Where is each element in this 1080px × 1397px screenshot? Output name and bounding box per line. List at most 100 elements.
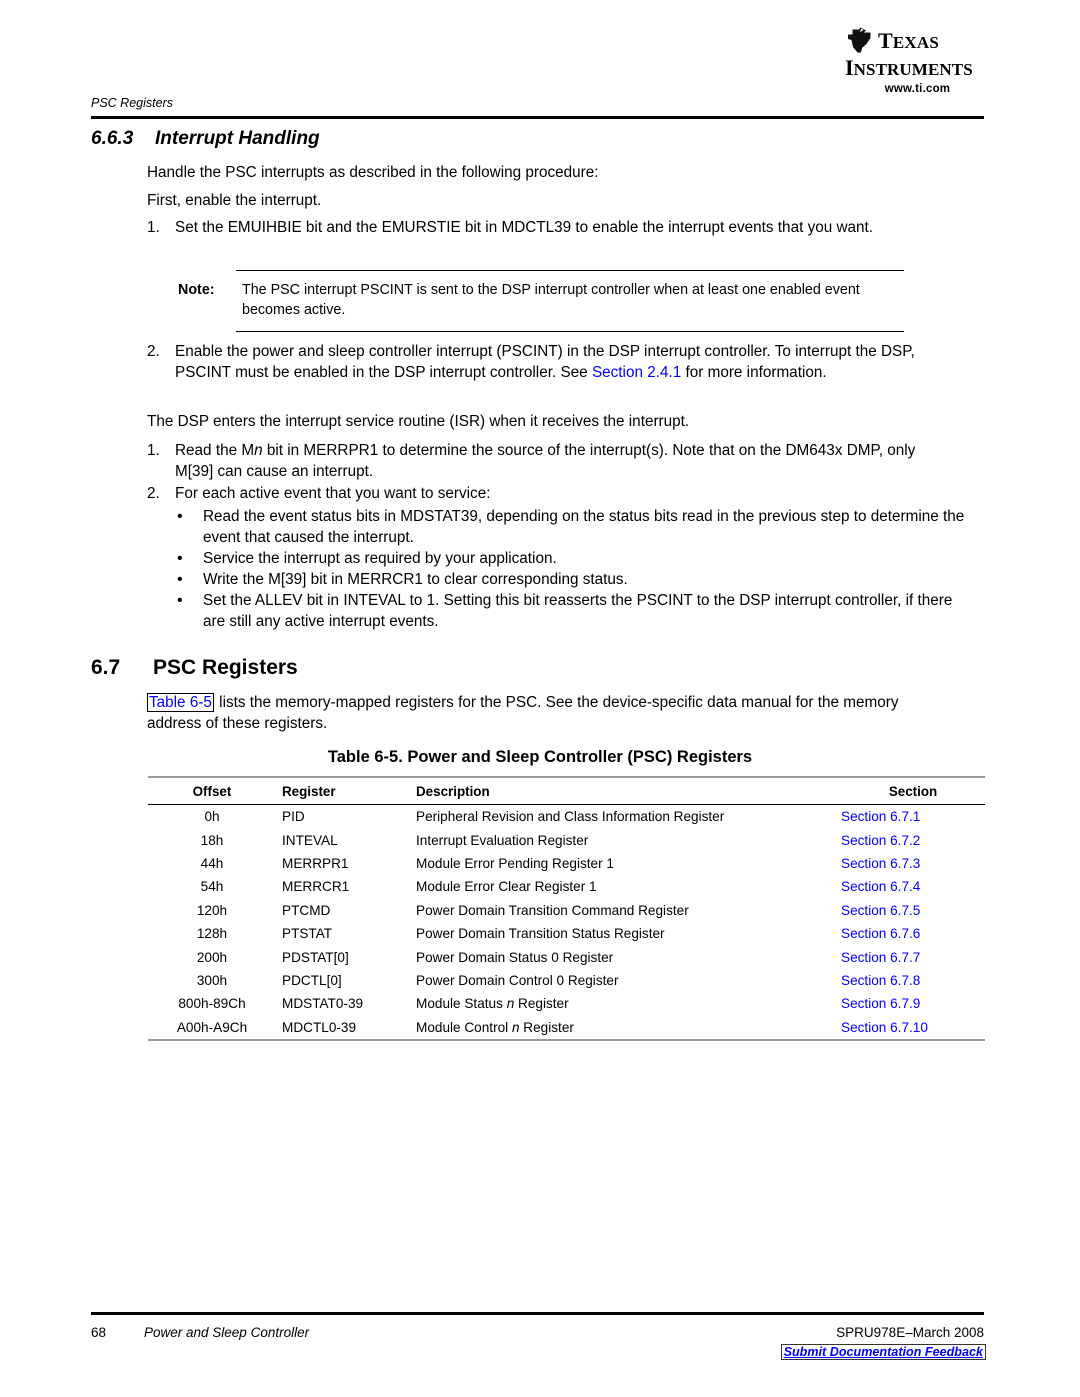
cell-section-link[interactable]: Section 6.7.3 — [841, 852, 985, 875]
isr-bullet-3: • Write the M[39] bit in MERRCR1 to clea… — [177, 569, 967, 590]
psc-registers-intro: Table 6-5 lists the memory-mapped regist… — [147, 692, 937, 734]
isr-step-1-text-b: bit in MERRPR1 to determine the source o… — [175, 442, 916, 480]
cell-description-b: Register — [519, 1019, 574, 1035]
cell-offset: 54h — [200, 879, 224, 895]
cell-description: Module Error Pending Register 1 — [410, 852, 841, 875]
isr-bullet-4: • Set the ALLEV bit in INTEVAL to 1. Set… — [177, 590, 957, 632]
cell-description-a: Power Domain Transition Command Register — [416, 902, 689, 918]
table-row: A00h-A9Ch MDCTL0-39 Module Control n Reg… — [148, 1015, 985, 1041]
cell-description-a: Peripheral Revision and Class Informatio… — [416, 809, 725, 825]
cell-section-link[interactable]: Section 6.7.10 — [841, 1015, 985, 1041]
heading-6-7-title: PSC Registers — [153, 656, 298, 679]
cell-offset: A00h-A9Ch — [148, 1015, 276, 1041]
cell-offset: 120h — [196, 902, 228, 918]
isr-bullet-2: • Service the interrupt as required by y… — [177, 548, 967, 569]
table-row: 800h-89Ch MDSTAT0-39 Module Status n Reg… — [148, 992, 985, 1015]
cell-section-link[interactable]: Section 6.7.7 — [841, 945, 985, 968]
isr-step-2-marker: 2. — [147, 485, 160, 502]
footer-document-title: Power and Sleep Controller — [144, 1325, 310, 1340]
column-header-offset: Offset — [148, 777, 276, 805]
enable-step-2-marker: 2. — [147, 343, 160, 360]
footer-page-number: 68 — [91, 1325, 107, 1340]
cell-description-a: Interrupt Evaluation Register — [416, 832, 589, 848]
bullet-glyph-icon: • — [177, 550, 183, 567]
cell-description: Module Error Clear Register 1 — [410, 875, 841, 898]
isr-step-1-text: Read the Mn bit in MERRPR1 to determine … — [175, 440, 957, 482]
isr-bullet-1-text: Read the event status bits in MDSTAT39, … — [203, 508, 965, 546]
enable-step-2: 2. Enable the power and sleep controller… — [147, 341, 969, 383]
cell-description-italic: n — [511, 1019, 520, 1035]
isr-bullet-3-text: Write the M[39] bit in MERRCR1 to clear … — [203, 571, 628, 588]
cell-offset: 128h — [196, 926, 228, 942]
enable-step-2-text: Enable the power and sleep controller in… — [175, 341, 969, 383]
heading-6-6-3-number: 6.6.3 — [91, 128, 134, 149]
note-body: Note: The PSC interrupt PSCINT is sent t… — [178, 271, 904, 331]
table-row: 200h PDSTAT[0] Power Domain Status 0 Reg… — [148, 945, 985, 968]
enable-step-2-text-b: for more information. — [681, 364, 827, 381]
cell-register: PID — [282, 809, 305, 825]
cell-description: Peripheral Revision and Class Informatio… — [410, 805, 841, 829]
table-row: 128h PTSTAT Power Domain Transition Stat… — [148, 922, 985, 945]
table-row: 18h INTEVAL Interrupt Evaluation Registe… — [148, 828, 985, 851]
ti-website-url: www.ti.com — [884, 83, 951, 95]
table-row: 44h MERRPR1 Module Error Pending Registe… — [148, 852, 985, 875]
table-row: 54h MERRCR1 Module Error Clear Register … — [148, 875, 985, 898]
psc-registers-table: Offset Register Description Section 0h P… — [148, 776, 985, 1041]
enable-step-1-marker: 1. — [147, 219, 160, 236]
psc-registers-intro-text: lists the memory-mapped registers for th… — [147, 694, 899, 732]
enable-step-1: 1. Set the EMUIHBIE bit and the EMURSTIE… — [147, 217, 947, 238]
table-row: 120h PTCMD Power Domain Transition Comma… — [148, 899, 985, 922]
isr-step-1: 1. Read the Mn bit in MERRPR1 to determi… — [147, 440, 957, 482]
cell-register: INTEVAL — [282, 832, 338, 848]
cell-section-link[interactable]: Section 6.7.2 — [841, 828, 985, 851]
document-page: TEXAS INSTRUMENTS www.ti.com PSC Registe… — [0, 0, 1080, 1397]
intro-paragraph-1: Handle the PSC interrupts as described i… — [147, 164, 599, 181]
bullet-glyph-icon: • — [177, 571, 183, 588]
cell-register: PDSTAT[0] — [282, 949, 349, 965]
cell-register: MDSTAT0-39 — [282, 996, 364, 1012]
cell-description: Module Control n Register — [410, 1015, 841, 1041]
heading-6-6-3-title: Interrupt Handling — [155, 128, 320, 149]
cell-description-b: Register — [514, 996, 569, 1012]
ti-brand-line1: TEXAS — [878, 28, 940, 53]
table-row: 0h PID Peripheral Revision and Class Inf… — [148, 805, 985, 829]
cell-register: PTSTAT — [282, 926, 333, 942]
column-header-register: Register — [276, 777, 410, 805]
note-label: Note: — [178, 282, 215, 298]
isr-step-1-italic-n: n — [254, 442, 263, 459]
heading-6-6-3: 6.6.3 Interrupt Handling — [91, 128, 320, 150]
enable-step-1-text: Set the EMUIHBIE bit and the EMURSTIE bi… — [175, 219, 874, 236]
cell-register: PDCTL[0] — [282, 972, 342, 988]
cell-register: MERRPR1 — [282, 855, 349, 871]
cell-section-link[interactable]: Section 6.7.1 — [841, 805, 985, 829]
isr-step-2-text: For each active event that you want to s… — [175, 485, 491, 502]
isr-bullet-2-text: Service the interrupt as required by you… — [203, 550, 557, 567]
isr-step-2: 2. For each active event that you want t… — [147, 483, 847, 504]
note-rule-bottom — [236, 331, 904, 332]
note-text: The PSC interrupt PSCINT is sent to the … — [242, 282, 860, 318]
cell-section-link[interactable]: Section 6.7.9 — [841, 992, 985, 1015]
footer-document-id: SPRU978E–March 2008 — [836, 1325, 984, 1340]
cell-section-link[interactable]: Section 6.7.5 — [841, 899, 985, 922]
link-table-6-5[interactable]: Table 6-5 — [147, 693, 214, 712]
cell-offset: 44h — [200, 855, 224, 871]
cell-section-link[interactable]: Section 6.7.6 — [841, 922, 985, 945]
link-section-2-4-1[interactable]: Section 2.4.1 — [592, 364, 681, 381]
texas-outline-mark-icon — [845, 27, 875, 55]
cell-section-link[interactable]: Section 6.7.4 — [841, 875, 985, 898]
isr-bullet-4-text: Set the ALLEV bit in INTEVAL to 1. Setti… — [203, 592, 953, 630]
cell-section-link[interactable]: Section 6.7.8 — [841, 969, 985, 992]
cell-description-a: Module Status — [416, 996, 507, 1012]
cell-offset: 18h — [200, 832, 224, 848]
cell-description: Power Domain Status 0 Register — [410, 945, 841, 968]
running-head: PSC Registers — [91, 96, 173, 110]
submit-documentation-feedback-link[interactable]: Submit Documentation Feedback — [780, 1344, 986, 1360]
isr-paragraph: The DSP enters the interrupt service rou… — [147, 413, 690, 430]
cell-description-a: Module Error Pending Register 1 — [416, 855, 614, 871]
column-header-description: Description — [410, 777, 841, 805]
cell-description: Power Domain Transition Command Register — [410, 899, 841, 922]
header-rule — [91, 116, 984, 119]
cell-offset: 0h — [204, 809, 220, 825]
isr-step-1-marker: 1. — [147, 442, 160, 459]
cell-description-a: Power Domain Control 0 Register — [416, 972, 619, 988]
